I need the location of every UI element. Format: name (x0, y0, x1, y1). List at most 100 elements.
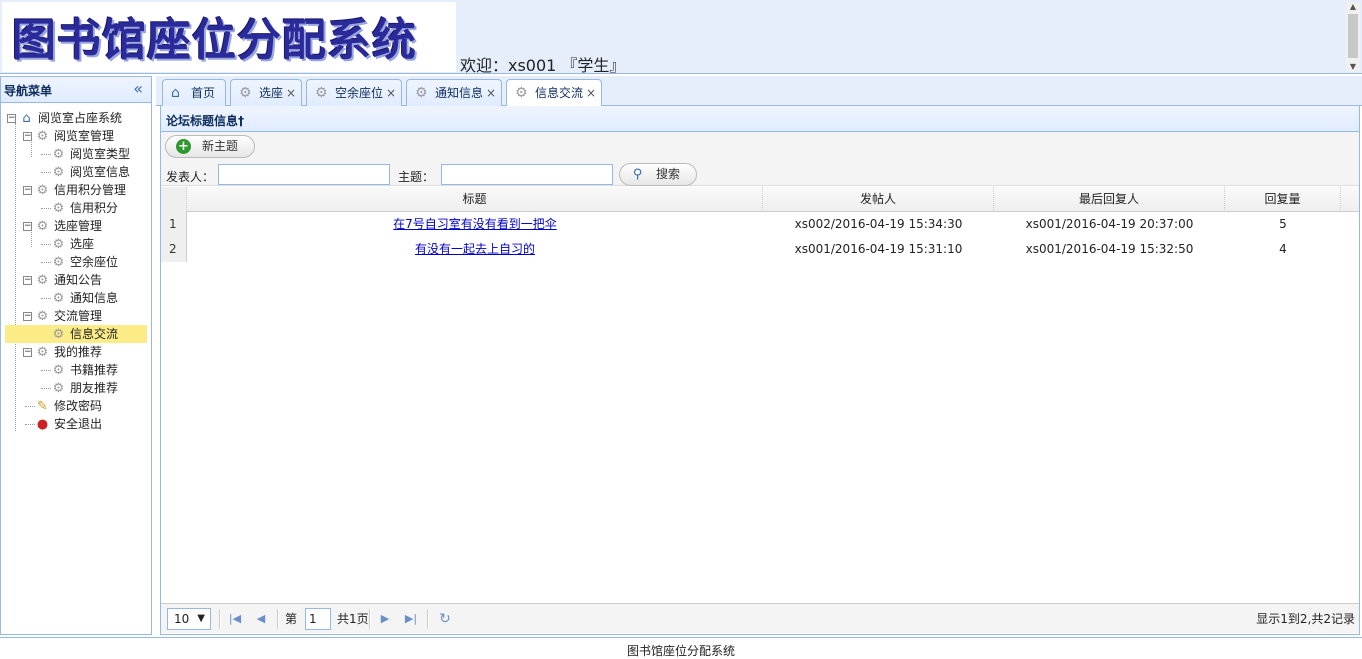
topic-link[interactable]: 在7号自习室有没有看到一把伞 (393, 217, 557, 231)
close-icon[interactable]: × (586, 81, 596, 106)
tree-item-room-type[interactable]: ⚙ 阅览室类型 (1, 145, 151, 163)
gear-icon: ⚙ (52, 165, 65, 180)
collapse-toggle-icon[interactable]: − (23, 132, 32, 141)
edit-icon: ✎ (37, 399, 48, 414)
gear-icon: ⚙ (52, 147, 65, 162)
tree-item-change-password[interactable]: ✎ 修改密码 (1, 397, 151, 415)
gear-icon: ⚙ (36, 219, 49, 234)
scroll-up-icon[interactable]: ▲ (1346, 2, 1360, 12)
gear-icon: ⚙ (52, 363, 65, 378)
close-icon[interactable]: × (286, 81, 296, 106)
gear-icon: ⚙ (36, 309, 49, 324)
tree-item-info-exchange[interactable]: ⚙ 信息交流 (5, 325, 147, 343)
gear-icon: ⚙ (36, 273, 49, 288)
tree-group-seat[interactable]: − ⚙ 选座管理 (1, 217, 151, 235)
tree-group-credit[interactable]: − ⚙ 信用积分管理 (1, 181, 151, 199)
table-row[interactable]: 1 在7号自习室有没有看到一把伞 xs002/2016-04-19 15:34:… (161, 212, 1359, 237)
gear-icon: ⚙ (36, 129, 49, 144)
tree-item-logout[interactable]: ● 安全退出 (1, 415, 151, 433)
tree-group-exchange[interactable]: − ⚙ 交流管理 (1, 307, 151, 325)
table-row[interactable]: 2 有没有一起去上自习的 xs001/2016-04-19 15:31:10 x… (161, 237, 1359, 262)
tree-item-book-recommend[interactable]: ⚙ 书籍推荐 (1, 361, 151, 379)
collapse-toggle-icon[interactable]: − (23, 348, 32, 357)
toolbar: + 新主题 发表人： 主题： ⚲ 搜索 (161, 132, 1359, 186)
forum-panel: 论坛标题信息† + 新主题 发表人： 主题： ⚲ 搜索 标题 发帖人 最后回复人… (160, 106, 1360, 635)
nav-panel: 导航菜单 « − ⌂ 阅览室占座系统 − ⚙ 阅览室管理 ⚙ 阅览室类型 ⚙ 阅… (0, 76, 152, 635)
tab-info-exchange[interactable]: ⚙ 信息交流 × (506, 79, 602, 107)
column-poster[interactable]: 发帖人 (763, 187, 994, 212)
gear-icon: ⚙ (52, 291, 65, 306)
prev-page-icon[interactable]: ◀ (251, 608, 271, 630)
column-title[interactable]: 标题 (187, 187, 763, 212)
gear-icon: ⚙ (52, 255, 65, 270)
collapse-toggle-icon[interactable]: − (23, 186, 32, 195)
new-topic-button[interactable]: + 新主题 (165, 135, 255, 158)
tree-item-free-seat[interactable]: ⚙ 空余座位 (1, 253, 151, 271)
subject-label: 主题： (398, 170, 435, 184)
tree-group-reading-room[interactable]: − ⚙ 阅览室管理 (1, 127, 151, 145)
collapse-toggle-icon[interactable]: − (23, 222, 32, 231)
collapse-toggle-icon[interactable]: − (7, 114, 16, 123)
poster-input[interactable] (218, 164, 390, 185)
first-page-icon[interactable]: |◀ (225, 608, 245, 630)
column-last-reply[interactable]: 最后回复人 (994, 187, 1225, 212)
home-icon: ⌂ (171, 85, 180, 101)
collapse-icon[interactable]: « (133, 79, 143, 98)
panel-title: 论坛标题信息† (161, 106, 1359, 132)
tab-home[interactable]: ⌂ 首页 (162, 79, 226, 106)
app-header: 图书馆座位分配系统 欢迎：xs001 『学生』 ▲ ▼ (0, 0, 1362, 75)
gear-icon: ⚙ (52, 237, 65, 252)
tree-group-recommend[interactable]: − ⚙ 我的推荐 (1, 343, 151, 361)
search-button[interactable]: ⚲ 搜索 (619, 163, 697, 186)
column-replies[interactable]: 回复量 (1225, 187, 1341, 212)
tree-item-friend-recommend[interactable]: ⚙ 朋友推荐 (1, 379, 151, 397)
header-scrollbar[interactable]: ▲ ▼ (1346, 2, 1360, 72)
power-icon: ● (36, 417, 49, 432)
search-icon: ⚲ (632, 167, 643, 182)
tab-bar: ⌂ 首页 ⚙ 选座 × ⚙ 空余座位 × ⚙ 通知信息 × ⚙ 信息交流 × (156, 76, 1362, 107)
subject-input[interactable] (441, 164, 613, 185)
gear-icon: ⚙ (315, 85, 328, 101)
next-page-icon[interactable]: ▶ (375, 608, 395, 630)
last-page-icon[interactable]: ▶| (401, 608, 421, 630)
tree-item-room-info[interactable]: ⚙ 阅览室信息 (1, 163, 151, 181)
gear-icon: ⚙ (36, 345, 49, 360)
nav-title: 导航菜单 (4, 84, 53, 98)
topic-link[interactable]: 有没有一起去上自习的 (415, 242, 535, 256)
scroll-thumb[interactable] (1348, 14, 1358, 58)
main-content: ⌂ 首页 ⚙ 选座 × ⚙ 空余座位 × ⚙ 通知信息 × ⚙ 信息交流 × 论… (156, 76, 1362, 635)
page-prefix: 第 (285, 612, 298, 626)
page-size-select[interactable]: 10 ▼ (167, 608, 211, 630)
refresh-icon[interactable]: ↻ (435, 608, 455, 630)
close-icon[interactable]: × (386, 81, 396, 106)
gear-icon: ⚙ (239, 85, 252, 101)
tab-choose-seat[interactable]: ⚙ 选座 × (230, 79, 302, 106)
page-number-input[interactable]: 1 (305, 608, 331, 630)
tree-group-notice[interactable]: − ⚙ 通知公告 (1, 271, 151, 289)
nav-header: 导航菜单 « (1, 77, 151, 103)
gear-icon: ⚙ (52, 201, 65, 216)
gear-icon: ⚙ (52, 327, 65, 342)
tab-notice-info[interactable]: ⚙ 通知信息 × (406, 79, 502, 106)
collapse-toggle-icon[interactable]: − (23, 312, 32, 321)
welcome-text: 欢迎：xs001 『学生』 (460, 56, 626, 75)
table-header: 标题 发帖人 最后回复人 回复量 (161, 187, 1359, 212)
add-icon: + (176, 139, 191, 154)
nav-tree: − ⌂ 阅览室占座系统 − ⚙ 阅览室管理 ⚙ 阅览室类型 ⚙ 阅览室信息 − … (1, 103, 151, 433)
app-logo: 图书馆座位分配系统 (2, 2, 456, 72)
tree-item-choose-seat[interactable]: ⚙ 选座 (1, 235, 151, 253)
app-footer: 图书馆座位分配系统 (0, 637, 1362, 659)
collapse-toggle-icon[interactable]: − (23, 276, 32, 285)
gear-icon: ⚙ (515, 85, 528, 101)
poster-label: 发表人： (166, 170, 215, 184)
tree-root[interactable]: − ⌂ 阅览室占座系统 (1, 109, 151, 127)
gear-icon: ⚙ (52, 381, 65, 396)
tree-item-notice-info[interactable]: ⚙ 通知信息 (1, 289, 151, 307)
home-icon: ⌂ (22, 111, 31, 126)
scroll-down-icon[interactable]: ▼ (1346, 62, 1360, 72)
close-icon[interactable]: × (486, 81, 496, 106)
page-total: 共1页 (337, 612, 369, 626)
tab-free-seat[interactable]: ⚙ 空余座位 × (306, 79, 402, 106)
pagination-bar: 10 ▼ |◀ ◀ 第 1 共1页 ▶ ▶| ↻ 显示1到2,共2记录 (161, 603, 1359, 633)
tree-item-credit[interactable]: ⚙ 信用积分 (1, 199, 151, 217)
